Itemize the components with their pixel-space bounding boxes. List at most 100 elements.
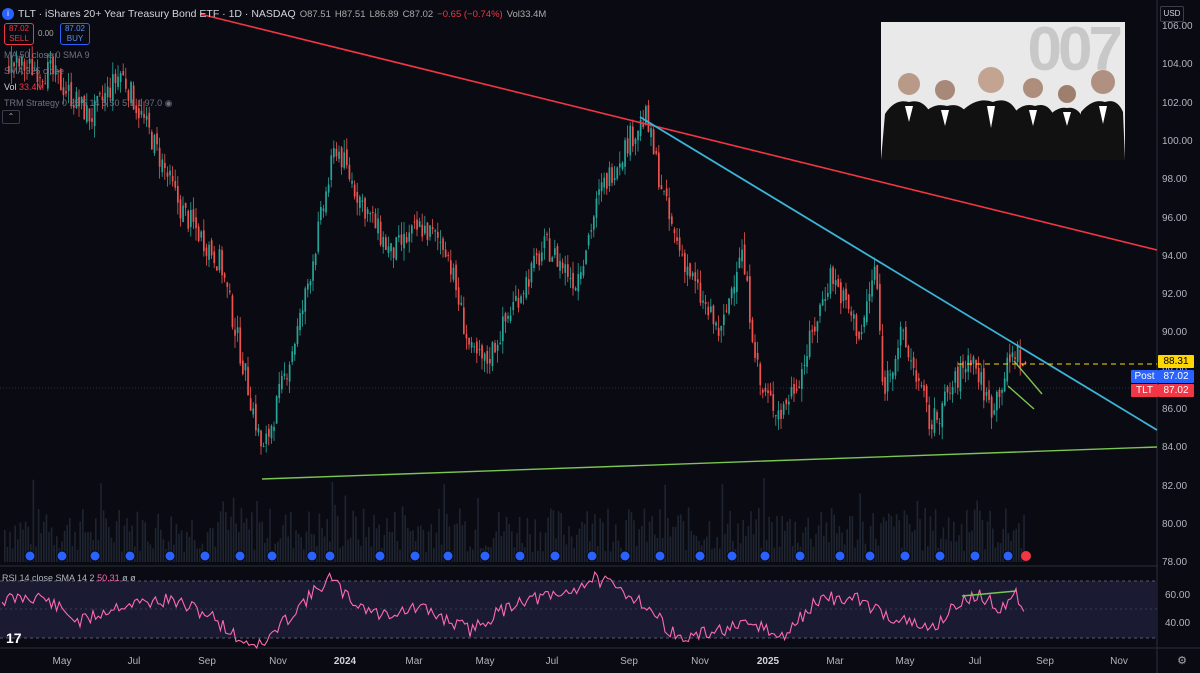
volume-bar [347,539,349,562]
volume-bar [100,483,102,562]
candle-body [114,73,117,84]
candle-body [525,276,528,298]
candle-body [964,368,967,373]
candle-body [821,299,824,306]
symbol-title[interactable]: TLT · iShares 20+ Year Treasury Bond ETF… [18,8,296,20]
candle-body [543,236,546,249]
dividend-marker-icon [794,550,806,562]
tlt-price-tag: 87.02 [1158,384,1194,397]
indicator-trm[interactable]: TRM Strategy 0 25 5 14 5 50 5 1 1 97.0 ◉ [4,98,172,109]
settings-gear-icon[interactable]: ⚙ [1174,654,1190,668]
tradingview-logo-icon[interactable]: 17 [6,630,22,646]
volume-bar [875,538,877,562]
candle-body [616,167,619,179]
sell-button[interactable]: 87.02 SELL [4,23,34,45]
rsi-legend[interactable]: RSI 14 close SMA 14 2 50.31 ø ø [2,573,136,583]
candle-body [361,200,364,202]
volume-bar [820,511,822,562]
candle-body [795,388,798,391]
volume-bar [6,546,9,562]
candle-body [847,294,850,310]
candle-body [67,84,70,91]
candle-body [377,218,379,234]
dividend-marker-icon [899,550,911,562]
volume-bar [888,513,890,562]
candle-body [652,129,655,155]
volume-bar [295,530,297,562]
candle-body [486,350,489,364]
currency-button[interactable]: USD [1160,6,1184,22]
candle-body [478,349,481,351]
candle-body [109,87,112,98]
dividend-marker-icon [479,550,491,562]
dividend-marker-icon [199,550,211,562]
eye-icon[interactable]: ◉ [165,98,173,108]
candle-body [767,390,769,393]
dividend-marker-icon [89,550,101,562]
dividend-marker-icon [726,550,738,562]
ohlc-open: O87.51 [299,8,331,20]
candle-body [333,148,335,158]
buy-button[interactable]: 87.02 BUY [60,23,90,45]
volume-bar [981,520,984,562]
volume-bar [776,516,778,562]
volume-bar [370,546,373,562]
candle-body [184,202,187,208]
volume-bar [1018,523,1020,562]
candle-body [756,352,759,360]
candle-body [356,191,359,203]
candle-body [793,384,795,394]
candle-body [863,317,866,327]
candle-body [164,162,166,169]
candle-body [840,282,842,304]
candle-body [502,316,504,342]
volume-bar [386,518,388,562]
dividend-marker-icon [694,550,706,562]
candle-body [899,326,902,346]
volume-bar [227,529,230,562]
dividend-marker-icon [619,550,631,562]
candle-body [395,237,398,260]
collapse-legend-button[interactable]: ⌃ [2,110,20,124]
candle-body [320,206,322,221]
candle-body [463,307,465,335]
channel-lower-line [1007,385,1035,410]
ohlc-change: −0.65 (−0.74%) [437,8,503,20]
candle-body [314,254,317,266]
candle-body [712,305,715,325]
volume-bar [677,515,679,562]
candle-body [530,263,533,283]
volume-bar [771,522,773,562]
indicator-ma[interactable]: MA 50 close 0 SMA 9 [4,50,90,60]
indicator-volume[interactable]: Vol 33.4M [4,82,44,92]
volume-bar [248,529,250,562]
volume-bar [425,551,427,562]
candle-body [330,155,333,180]
volume-bar [435,532,438,562]
candle-body [996,392,998,411]
indicator-sma325[interactable]: SMA 325 close [4,66,64,76]
candle-body [161,159,164,173]
volume-bar [297,533,300,562]
candle-body [255,403,257,431]
candle-body [613,178,616,181]
candle-body [780,409,782,419]
volume-bar [251,512,253,562]
candle-body [465,333,468,339]
volume-bar [565,544,568,562]
volume-bar [459,508,461,562]
volume-bar [456,523,458,562]
candle-body [603,177,606,188]
candle-body [907,346,910,358]
ohlc-high: H87.51 [334,8,366,20]
level-price-tag: 88.31 [1158,355,1194,368]
candle-body [179,199,182,219]
candle-body [143,113,145,118]
candle-body [171,175,174,182]
candle-body [814,326,816,332]
volume-bar [862,521,864,562]
candle-body [1011,352,1014,358]
candle-body [411,225,413,234]
volume-bar [53,545,55,562]
candle-body [954,371,957,383]
